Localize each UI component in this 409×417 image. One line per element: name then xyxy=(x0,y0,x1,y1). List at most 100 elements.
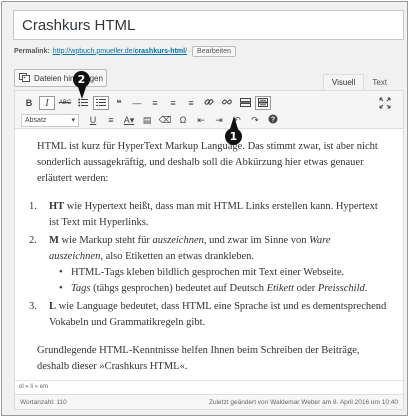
tab-text[interactable]: Text xyxy=(364,74,395,90)
insert-link-button[interactable] xyxy=(201,96,217,110)
list-number: 3. xyxy=(29,301,37,312)
nested-list: HTML-Tags kleben bildlich gesprochen mit… xyxy=(49,265,387,297)
text-color-button[interactable]: A ▾ xyxy=(121,113,137,127)
align-left-button[interactable]: ≡ xyxy=(147,96,163,110)
fullscreen-icon xyxy=(379,97,391,109)
read-more-icon xyxy=(239,97,251,109)
tab-visual[interactable]: Visuell xyxy=(322,74,365,90)
fullscreen-button[interactable] xyxy=(379,96,391,109)
remove-link-button[interactable] xyxy=(219,96,235,110)
permalink-trailing: / xyxy=(185,47,188,55)
permalink-bar: Permalink: http://wpbuch.pmueller.de/cra… xyxy=(14,43,236,59)
permalink-link[interactable]: http://wpbuch.pmueller.de/crashkurs-html… xyxy=(53,48,187,55)
editor-window: Crashkurs HTML Permalink: http://wpbuch.… xyxy=(1,1,408,416)
blockquote-button[interactable]: ❝ xyxy=(111,96,127,110)
permalink-label: Permalink: xyxy=(14,47,50,55)
editor-toolbar: B I ABC ❝ — ≡ ≡ ≡ Absatz ▾ U ≡ A ▾ ▤ ⌫ Ω… xyxy=(15,91,403,129)
intro-paragraph: HTML ist kurz für HyperText Markup Langu… xyxy=(37,141,378,184)
editor-content[interactable]: HTML ist kurz für HyperText Markup Langu… xyxy=(29,139,387,387)
list-emphasis: Etikett xyxy=(266,283,294,294)
align-right-button[interactable]: ≡ xyxy=(183,96,199,110)
horizontal-line-button[interactable]: — xyxy=(129,96,145,110)
list-text: , und zwar im Sinne von xyxy=(203,235,310,246)
permalink-edit-button[interactable]: Bearbeiten xyxy=(192,45,236,57)
justify-icon: ≡ xyxy=(108,115,114,125)
permalink-slug: crashkurs-html xyxy=(134,47,186,55)
format-select[interactable]: Absatz ▾ xyxy=(21,113,79,127)
toolbar-toggle-icon xyxy=(258,97,268,109)
redo-button[interactable]: ↷ xyxy=(247,113,263,127)
format-select-value: Absatz xyxy=(25,116,47,124)
list-number: 1. xyxy=(29,201,37,212)
permalink-url: http://wpbuch.pmueller.de/ xyxy=(52,47,135,55)
strikethrough-label: ABC xyxy=(58,100,72,106)
help-icon: ? xyxy=(268,114,278,126)
svg-text:?: ? xyxy=(271,117,275,124)
outro-paragraph: Grundlegende HTML-Kenntnisse helfen Ihne… xyxy=(37,345,360,372)
list-text: . xyxy=(364,283,368,294)
strikethrough-button[interactable]: ABC xyxy=(57,96,73,110)
clear-formatting-button[interactable]: ⌫ xyxy=(157,113,173,127)
outdent-icon: ⇤ xyxy=(197,114,205,125)
justify-button[interactable]: ≡ xyxy=(103,113,119,127)
callout-badge: 1 xyxy=(225,128,242,145)
paste-text-icon: ▤ xyxy=(142,114,152,125)
italic-label: I xyxy=(45,97,49,109)
bold-label: B xyxy=(25,98,33,108)
list-text: oder xyxy=(293,283,318,294)
bulleted-list-icon xyxy=(78,98,88,109)
align-center-button[interactable]: ≡ xyxy=(165,96,181,110)
blockquote-icon: ❝ xyxy=(116,97,122,108)
help-button[interactable]: ? xyxy=(265,113,281,127)
redo-icon: ↷ xyxy=(251,114,259,125)
toolbar-row-2: Absatz ▾ U ≡ A ▾ ▤ ⌫ Ω ⇤ ⇥ ↶ ↷ ? xyxy=(21,112,283,128)
editor-tabs: Visuell Text xyxy=(322,74,395,90)
nested-list-item: HTML-Tags kleben bildlich gesprochen mit… xyxy=(59,265,387,281)
bold-button[interactable]: B xyxy=(21,96,37,110)
status-bar: Wortanzahl: 110 Zuletzt geändert von Wal… xyxy=(14,395,404,410)
callout-arrow-icon xyxy=(230,116,238,129)
post-title-input[interactable]: Crashkurs HTML xyxy=(13,10,404,40)
indent-button[interactable]: ⇥ xyxy=(211,113,227,127)
list-emphasis: auszeichnen xyxy=(152,235,204,246)
eraser-icon: ⌫ xyxy=(158,114,172,125)
numbered-list-button[interactable] xyxy=(93,96,109,110)
chevron-down-icon: ▾ xyxy=(71,117,75,124)
horizontal-line-icon: — xyxy=(132,98,142,108)
underline-button[interactable]: U xyxy=(85,113,101,127)
list-emphasis: Tags xyxy=(71,283,91,294)
word-count: Wortanzahl: 110 xyxy=(20,398,67,406)
media-icon xyxy=(19,73,31,83)
paste-as-text-button[interactable]: ▤ xyxy=(139,113,155,127)
toolbar-toggle-button[interactable] xyxy=(255,96,271,110)
element-path: ol » li » em xyxy=(15,380,403,394)
list-text: wie Hypertext heißt, dass man mit HTML L… xyxy=(49,201,378,228)
outdent-button[interactable]: ⇤ xyxy=(193,113,209,127)
list-text: wie Markup steht für xyxy=(58,235,153,246)
list-text: , also Etiketten an etwas drankleben. xyxy=(100,251,254,262)
add-media-button[interactable]: Dateien hinzufügen xyxy=(14,69,107,87)
special-character-button[interactable]: Ω xyxy=(175,113,191,127)
callout-badge: 2 xyxy=(73,71,90,88)
list-term: M xyxy=(49,235,59,246)
unlink-icon xyxy=(222,97,232,109)
omega-icon: Ω xyxy=(179,115,187,125)
ordered-list: 1. HT wie Hypertext heißt, dass man mit H… xyxy=(29,199,387,331)
link-icon xyxy=(204,97,214,109)
list-term: L xyxy=(49,301,57,312)
read-more-button[interactable] xyxy=(237,96,253,110)
align-left-icon: ≡ xyxy=(152,98,158,108)
italic-button[interactable]: I xyxy=(39,96,55,110)
list-text: (tähgs gesprochen) bedeutet auf Deutsch xyxy=(90,283,267,294)
list-item: 2. M wie Markup steht für auszeichnen, un… xyxy=(29,233,387,297)
list-item: 1. HT wie Hypertext heißt, dass man mit H… xyxy=(29,199,387,231)
align-center-icon: ≡ xyxy=(170,98,176,108)
last-modified: Zuletzt geändert von Waldemar Weber am 8… xyxy=(209,398,398,406)
callout-arrow-icon xyxy=(78,87,86,99)
list-term: HT xyxy=(49,201,65,212)
list-number: 2. xyxy=(29,235,37,246)
list-item: 3. L wie Language bedeutet, dass HTML ein… xyxy=(29,299,387,331)
underline-label: U xyxy=(89,115,97,125)
add-media-label: Dateien hinzufügen xyxy=(34,73,103,83)
align-right-icon: ≡ xyxy=(188,98,194,108)
